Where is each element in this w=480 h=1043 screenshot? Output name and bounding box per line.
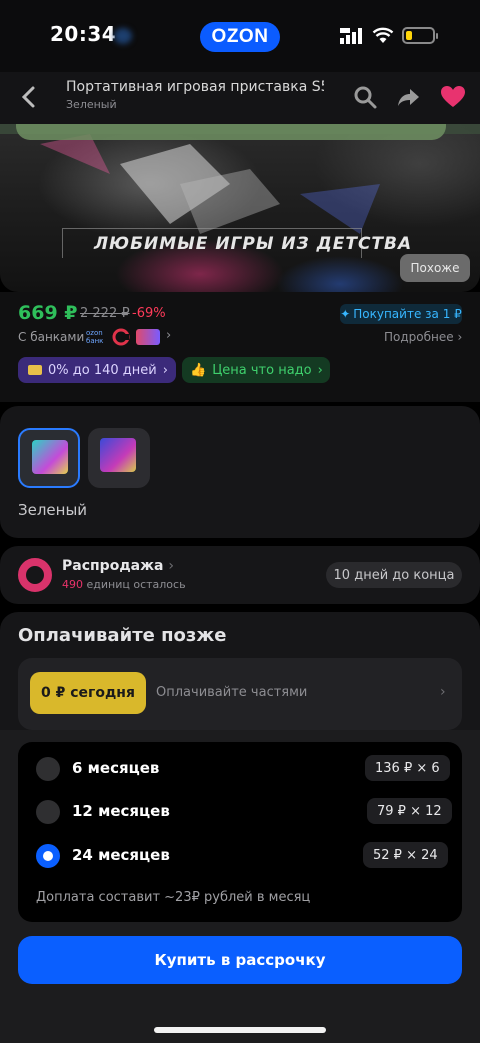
product-device-top: [16, 124, 446, 140]
installment-option-price: 79 ₽ × 12: [367, 798, 452, 824]
similar-button[interactable]: Похоже: [400, 254, 470, 282]
banks-chevron-icon[interactable]: ›: [166, 328, 171, 343]
bank-card-icon: [136, 329, 160, 345]
installment-radio-24[interactable]: [36, 844, 60, 868]
home-indicator[interactable]: [154, 1027, 326, 1033]
sale-title-label: Распродажа: [62, 558, 164, 574]
installment-option-price: 136 ₽ × 6: [365, 755, 450, 781]
buy-installment-button[interactable]: Купить в рассрочку: [18, 936, 462, 984]
card-icon: [28, 365, 42, 375]
chevron-right-icon[interactable]: ›: [440, 684, 446, 700]
pay-later-title: Оплачивайте позже: [18, 625, 227, 646]
bank-logo-icon: [112, 328, 130, 346]
installment-option-label[interactable]: 12 месяцев: [72, 802, 170, 820]
sale-progress-ring-icon: [18, 558, 52, 592]
status-time: 20:34: [50, 22, 117, 46]
selected-variant-label: Зеленый: [18, 501, 88, 519]
current-price: 669 ₽: [18, 302, 78, 324]
installment-option-label[interactable]: 24 месяцев: [72, 846, 170, 864]
sale-units-left: 490 единиц осталось: [62, 578, 186, 591]
share-icon[interactable]: [396, 84, 422, 110]
ozon-logo[interactable]: OZON: [200, 22, 280, 52]
banks-label: С банками: [18, 330, 85, 344]
chevron-right-icon: ›: [317, 362, 323, 378]
installment-option-price: 52 ₽ × 24: [363, 842, 448, 868]
old-price: 2 222 ₽: [80, 306, 130, 321]
good-price-chip[interactable]: 👍 Цена что надо ›: [182, 357, 330, 383]
chevron-right-icon: ›: [168, 558, 174, 574]
sale-title: Распродажа ›: [62, 558, 174, 574]
installment-chip-label: 0% до 140 дней: [48, 362, 157, 378]
installment-chip[interactable]: 0% до 140 дней ›: [18, 357, 176, 383]
privacy-indicator-icon: [114, 28, 132, 44]
wifi-icon: [372, 27, 394, 43]
product-title: Портативная игровая приставка S5 5: [66, 79, 324, 95]
battery-icon: [402, 27, 438, 44]
variant-thumbnail-alt[interactable]: [88, 428, 150, 488]
surcharge-note: Доплата составит ~23₽ рублей в месяц: [36, 890, 311, 905]
chevron-right-icon: ›: [457, 330, 463, 344]
search-icon[interactable]: [352, 84, 378, 110]
ozon-bank-logo: ozon банк: [86, 329, 104, 345]
sale-units-suffix: единиц осталось: [86, 578, 186, 591]
installment-radio-6[interactable]: [36, 757, 60, 781]
more-details-label: Подробнее: [384, 330, 454, 344]
thumbs-up-icon: 👍: [190, 362, 207, 378]
installment-option-label[interactable]: 6 месяцев: [72, 759, 159, 777]
installment-radio-12[interactable]: [36, 800, 60, 824]
good-price-label: Цена что надо: [212, 362, 312, 378]
sale-units-count: 490: [62, 578, 83, 591]
product-variant-subtitle: Зеленый: [66, 98, 117, 111]
buy-for-1-label: Покупайте за 1 ₽: [353, 307, 462, 321]
chevron-right-icon: ›: [162, 362, 168, 378]
discount-percent: -69%: [132, 306, 166, 321]
cellular-signal-icon: [340, 28, 362, 44]
pay-today-badge: 0 ₽ сегодня: [30, 672, 146, 714]
back-arrow-icon[interactable]: [18, 84, 40, 110]
pay-in-parts-label: Оплачивайте частями: [156, 685, 308, 700]
banner-caption: ЛЮБИМЫЕ ИГРЫ ИЗ ДЕТСТВА: [94, 234, 413, 254]
sale-days-left-badge: 10 дней до конца: [326, 562, 462, 588]
variant-thumbnail-green[interactable]: [18, 428, 80, 488]
buy-for-1-rub-badge[interactable]: ✦ Покупайте за 1 ₽: [340, 304, 462, 324]
more-details-link[interactable]: Подробнее ›: [384, 330, 462, 344]
sparkle-icon: ✦: [340, 307, 351, 321]
favorite-heart-icon[interactable]: [440, 84, 466, 110]
